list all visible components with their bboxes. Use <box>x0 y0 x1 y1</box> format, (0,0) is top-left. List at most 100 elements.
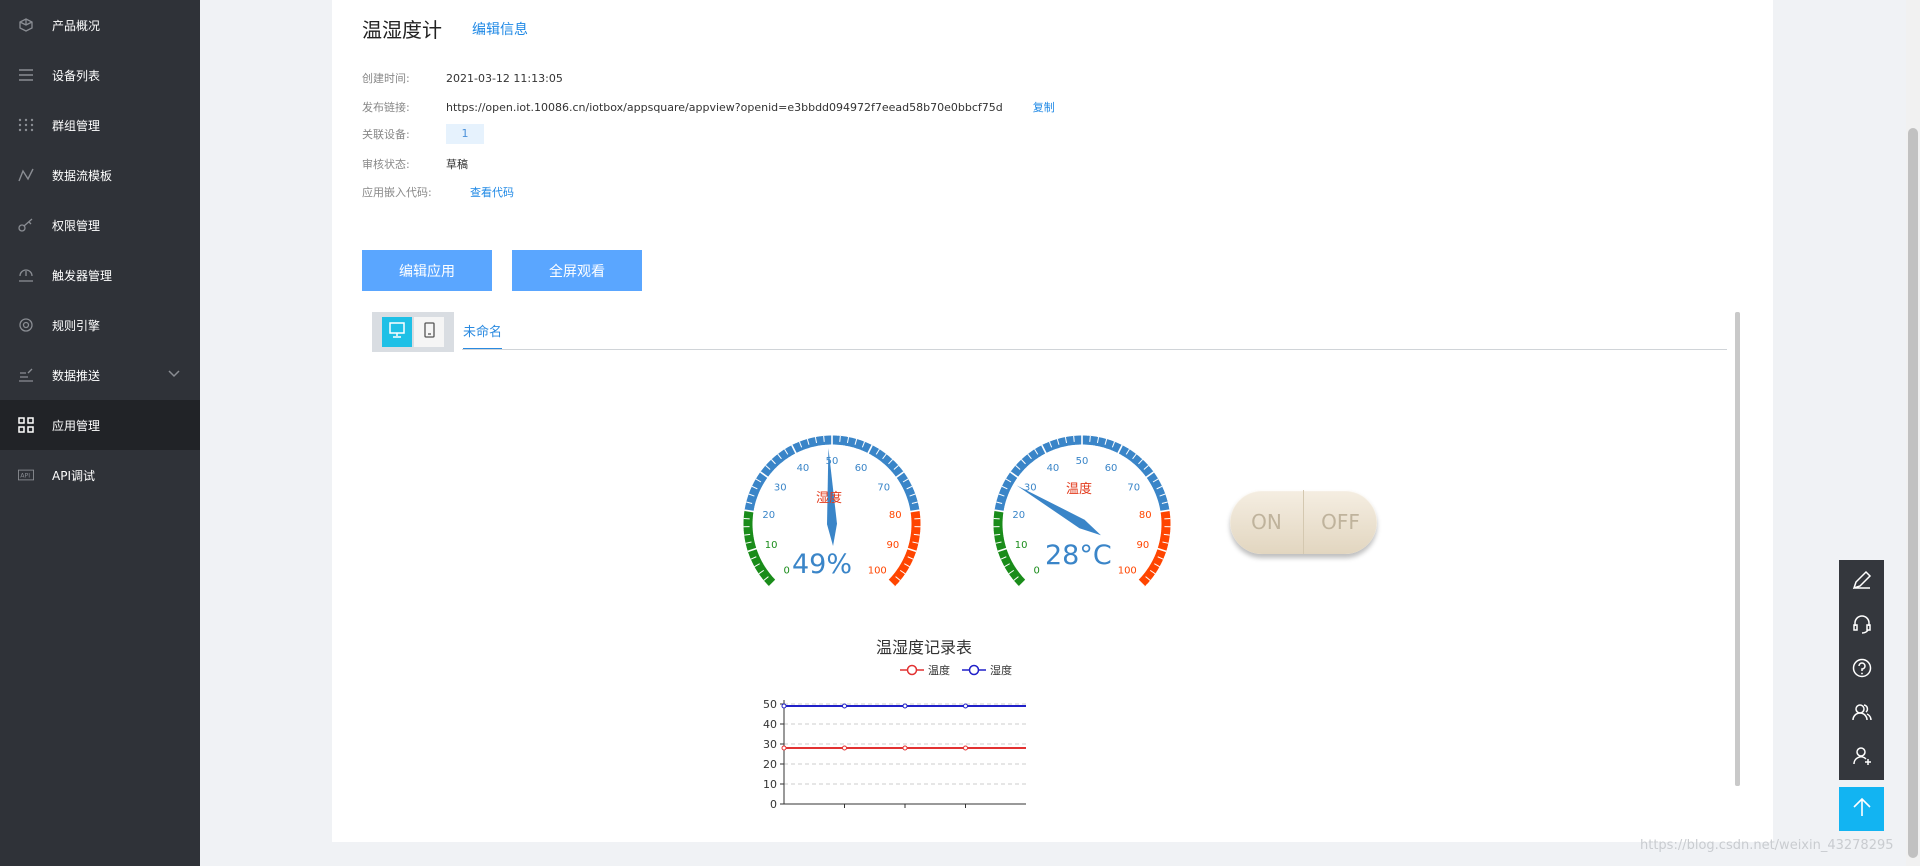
gauge-tick-label: 80 <box>889 510 902 521</box>
sidebar-item-label: 应用管理 <box>52 418 101 433</box>
cube-icon <box>18 17 34 33</box>
mobile-view-button[interactable] <box>414 317 444 347</box>
y-tick-label: 0 <box>770 798 777 810</box>
sidebar-item-label: 数据推送 <box>52 368 101 383</box>
sidebar-item-label: 群组管理 <box>52 118 101 133</box>
gauge-tick-label: 90 <box>1137 540 1150 551</box>
info-status: 审核状态: 草稿 <box>362 156 468 172</box>
gauge-tick <box>823 435 825 442</box>
switch-on-label[interactable]: ON <box>1230 510 1303 534</box>
data-point <box>842 703 847 709</box>
legend-hum-label: 湿度 <box>990 664 1012 677</box>
data-point <box>781 703 787 709</box>
info-created: 创建时间: 2021-03-12 11:13:05 <box>362 70 563 86</box>
data-point <box>781 745 787 751</box>
edit-info-link[interactable]: 编辑信息 <box>472 19 528 39</box>
gauge-tick-label: 40 <box>1047 463 1060 474</box>
fullscreen-button[interactable]: 全屏观看 <box>512 250 642 291</box>
sidebar-item-label: API调试 <box>52 468 95 483</box>
chart-title: 温湿度记录表 <box>876 638 973 657</box>
page-scrollbar[interactable] <box>1906 0 1920 866</box>
switch-off-label[interactable]: OFF <box>1304 510 1377 534</box>
feedback-button[interactable] <box>1839 560 1884 604</box>
page-scrollbar-thumb[interactable] <box>1908 128 1918 858</box>
copy-link[interactable]: 复制 <box>1033 99 1055 115</box>
engine-icon <box>18 317 34 333</box>
question-icon <box>1851 657 1873 683</box>
sidebar-item-app-management[interactable]: 应用管理 <box>0 400 200 450</box>
main-panel: 温湿度计 编辑信息 创建时间: 2021-03-12 11:13:05 发布链接… <box>332 0 1773 842</box>
help-button[interactable] <box>1839 648 1884 692</box>
temperature-gauge-value: 28°C <box>1045 540 1112 571</box>
gauge-tick-label: 10 <box>765 540 778 551</box>
key-icon <box>18 217 34 233</box>
sidebar-item-label: 设备列表 <box>52 68 101 83</box>
sidebar-item-dataflow-template[interactable]: 数据流模板 <box>0 150 200 200</box>
info-value: 2021-03-12 11:13:05 <box>446 71 563 85</box>
phone-icon <box>420 321 438 343</box>
add-user-button[interactable] <box>1839 736 1884 780</box>
sidebar-item-data-push[interactable]: 数据推送 <box>0 350 200 400</box>
headset-icon <box>1851 613 1873 639</box>
sidebar-item-label: 触发器管理 <box>52 268 113 283</box>
humidity-gauge-value: 49% <box>792 549 853 580</box>
back-to-top-button[interactable] <box>1839 787 1884 831</box>
sidebar-item-permission[interactable]: 权限管理 <box>0 200 200 250</box>
on-off-switch[interactable]: ON OFF <box>1230 490 1377 554</box>
status-value: 草稿 <box>446 158 468 171</box>
sidebar-item-group-management[interactable]: 群组管理 <box>0 100 200 150</box>
info-label: 创建时间: <box>362 72 410 85</box>
desktop-view-button[interactable] <box>382 317 412 347</box>
svg-text:API: API <box>20 473 30 480</box>
sidebar-item-trigger[interactable]: 触发器管理 <box>0 250 200 300</box>
gauge-tick-label: 10 <box>1015 540 1028 551</box>
support-button[interactable] <box>1839 604 1884 648</box>
gauge-tick-label: 60 <box>855 463 868 474</box>
data-point <box>842 745 847 751</box>
community-button[interactable] <box>1839 692 1884 736</box>
data-point <box>963 745 968 751</box>
gauge-tick <box>1089 435 1091 442</box>
gauge-tick <box>1073 435 1075 442</box>
info-label: 发布链接: <box>362 101 410 114</box>
sidebar-item-product-overview[interactable]: 产品概况 <box>0 0 200 50</box>
gauge-tick-label: 0 <box>1034 565 1040 576</box>
y-tick-label: 40 <box>763 718 777 731</box>
gauge-tick-label: 70 <box>1127 482 1140 493</box>
sidebar-item-label: 产品概况 <box>52 18 101 33</box>
gauge-tick-label: 80 <box>1139 510 1152 521</box>
device-toggle <box>372 312 454 352</box>
y-tick-label: 10 <box>763 778 777 791</box>
device-count-badge[interactable]: 1 <box>446 124 484 144</box>
gauge-tick-label: 60 <box>1105 463 1118 474</box>
gauge-tick-label: 40 <box>797 463 810 474</box>
push-icon <box>18 367 34 383</box>
edit-pen-icon <box>1851 569 1873 595</box>
legend-temp-marker <box>900 664 924 676</box>
data-point <box>902 703 908 709</box>
preview-scrollbar[interactable] <box>1735 312 1740 786</box>
gauge-tick-label: 50 <box>826 456 839 467</box>
publish-url: https://open.iot.10086.cn/iotbox/appsqua… <box>446 100 1003 114</box>
sidebar: 产品概况 设备列表 群组管理 数据流模板 权限管理 触发器管理 规则引擎 数据推… <box>0 0 200 866</box>
watermark: https://blog.csdn.net/weixin_43278295 <box>1640 838 1894 853</box>
trigger-icon <box>18 267 34 283</box>
chevron-down-icon[interactable] <box>168 367 180 381</box>
tab-untitled[interactable]: 未命名 <box>463 321 503 350</box>
gauge-tick-label: 20 <box>762 510 775 521</box>
y-tick-label: 50 <box>763 698 777 711</box>
y-tick-label: 30 <box>763 738 777 751</box>
sidebar-item-api-debug[interactable]: API API调试 <box>0 450 200 500</box>
page-title: 温湿度计 <box>362 18 442 42</box>
app-preview: 未命名 0 10 20 30 40 50 60 70 80 90 100 0 10 20 30 40 50 60… <box>362 312 1740 810</box>
api-icon: API <box>18 467 34 483</box>
info-label: 应用嵌入代码: <box>362 186 432 199</box>
edit-app-button[interactable]: 编辑应用 <box>362 250 492 291</box>
view-code-link[interactable]: 查看代码 <box>470 184 514 200</box>
sidebar-item-device-list[interactable]: 设备列表 <box>0 50 200 100</box>
data-point <box>963 703 968 709</box>
tab-divider <box>462 349 1727 350</box>
chart-legend: 温度 湿度 <box>900 662 1012 678</box>
sidebar-item-label: 数据流模板 <box>52 168 113 183</box>
sidebar-item-rule-engine[interactable]: 规则引擎 <box>0 300 200 350</box>
